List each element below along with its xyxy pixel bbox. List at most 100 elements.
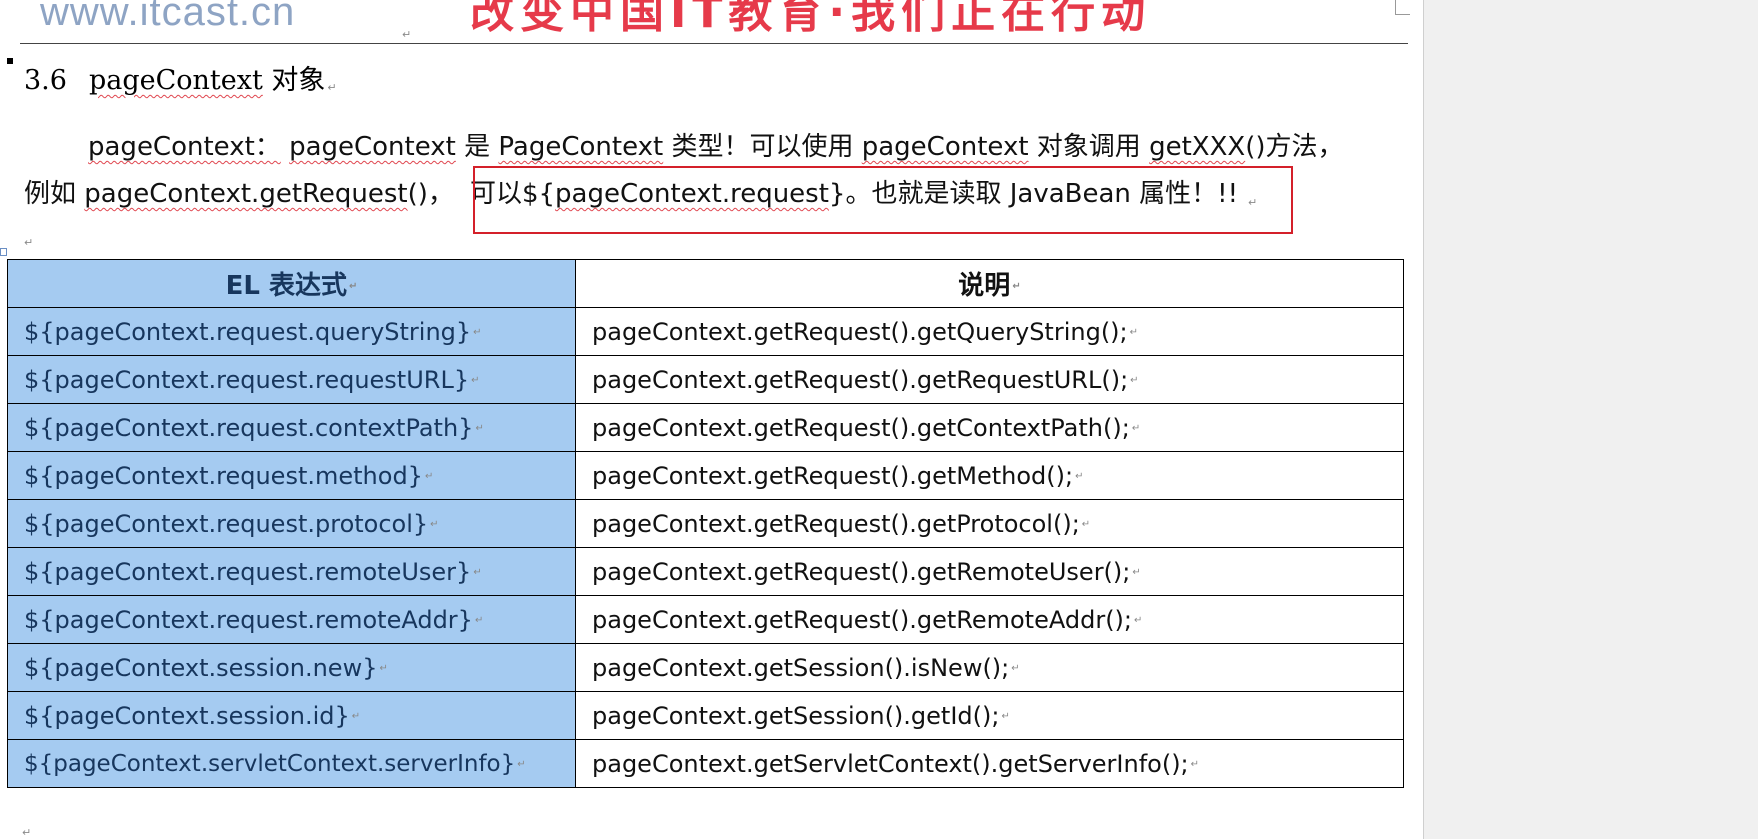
desc-cell[interactable]: pageContext.getRequest().getMethod(); ↵ <box>575 451 1404 500</box>
paragraph-mark: ↵ <box>24 236 34 249</box>
section-title-suffix: 对象 <box>271 65 326 96</box>
text-run: 对象调用 <box>1028 132 1150 162</box>
desc-text: pageContext.getRequest().getRemoteUser()… <box>592 557 1131 586</box>
expr-cell[interactable]: ${pageContext.request.method} ↵ <box>7 451 576 500</box>
el-expression-table: EL 表达式 ↵ 说明 ↵ ${pageContext.request.queryS… <box>7 259 1404 788</box>
expr-cell[interactable]: ${pageContext.session.new} ↵ <box>7 643 576 692</box>
expr-cell[interactable]: ${pageContext.request.protocol} ↵ <box>7 499 576 548</box>
table-row: ${pageContext.session.new} ↵ pageContext.… <box>7 643 1404 692</box>
desc-cell[interactable]: pageContext.getRequest().getRemoteUser()… <box>575 547 1404 596</box>
table-row: ${pageContext.request.method} ↵ pageConte… <box>7 451 1404 500</box>
desc-cell[interactable]: pageContext.getRequest().getProtocol(); ↵ <box>575 499 1404 548</box>
expr-text: ${pageContext.request.remoteAddr} <box>24 605 473 634</box>
section-title-code: pageContext <box>88 65 263 96</box>
header-label: EL 表达式 <box>225 271 347 301</box>
paragraph-mark: ↵ <box>327 81 337 94</box>
desc-cell[interactable]: pageContext.getSession().isNew(); ↵ <box>575 643 1404 692</box>
red-highlight-box <box>473 166 1293 234</box>
expr-text: ${pageContext.request.protocol} <box>24 509 429 538</box>
expr-text: ${pageContext.request.remoteUser} <box>24 557 472 586</box>
heading-bullet <box>7 58 13 64</box>
desc-text: pageContext.getRequest().getContextPath(… <box>592 413 1130 442</box>
cell-mark: ↵ <box>379 663 388 674</box>
cell-mark: ↵ <box>474 615 484 626</box>
expr-text: ${pageContext.request.requestURL} <box>24 365 470 394</box>
table-header-row: EL 表达式 ↵ 说明 ↵ <box>7 259 1404 308</box>
text-run: pageContext.getRequest <box>84 179 408 209</box>
page-edge <box>1423 0 1424 839</box>
text-run: pageContext <box>861 132 1029 162</box>
section-heading[interactable]: 3.6 pageContext 对象 ↵ <box>24 58 337 97</box>
expr-cell[interactable]: ${pageContext.request.remoteAddr} ↵ <box>7 595 576 644</box>
cell-mark: ↵ <box>517 758 526 770</box>
section-number: 3.6 <box>24 65 67 96</box>
text-run: pageContext <box>289 132 456 162</box>
expr-text: ${pageContext.request.queryString} <box>24 317 472 346</box>
paragraph-mark: ↵ <box>402 28 412 41</box>
paragraph-line-1[interactable]: pageContext： pageContext 是 PageContext 类… <box>88 126 1344 163</box>
table-row: ${pageContext.request.queryString} ↵ page… <box>7 307 1404 356</box>
cell-mark: ↵ <box>1129 327 1139 338</box>
text-run: PageContext <box>498 132 664 162</box>
cell-mark: ↵ <box>430 519 439 530</box>
text-run: 是 <box>455 132 499 162</box>
header-description[interactable]: 说明 ↵ <box>575 259 1404 308</box>
expr-text: ${pageContext.session.id} <box>24 701 350 730</box>
desc-text: pageContext.getSession().getId(); <box>592 701 1000 730</box>
cell-mark: ↵ <box>1081 519 1091 530</box>
desc-cell[interactable]: pageContext.getRequest().getRequestURL()… <box>575 355 1404 404</box>
expr-text: ${pageContext.session.new} <box>24 653 378 682</box>
desc-cell[interactable]: pageContext.getRequest().getQueryString(… <box>575 307 1404 356</box>
cell-mark: ↵ <box>471 375 480 386</box>
crop-mark <box>1395 0 1410 15</box>
cell-mark: ↵ <box>424 471 434 482</box>
header-logo: www.itcast.cn <box>40 0 296 34</box>
expr-text: ${pageContext.servletContext.serverInfo} <box>24 750 516 777</box>
text-run: pageContext： <box>88 132 281 162</box>
cell-mark: ↵ <box>1012 281 1021 292</box>
desc-text: pageContext.getServletContext().getServe… <box>592 749 1189 778</box>
table-row: ${pageContext.session.id} ↵ pageContext.g… <box>7 691 1404 740</box>
cell-mark: ↵ <box>1134 615 1143 626</box>
desc-cell[interactable]: pageContext.getRequest().getRemoteAddr()… <box>575 595 1404 644</box>
expr-cell[interactable]: ${pageContext.request.contextPath} ↵ <box>7 403 576 452</box>
document-page: www.itcast.cn 改变中国IT教育·我们正在行动 ↵ 3.6 pageC… <box>0 0 1423 839</box>
cell-mark: ↵ <box>1001 711 1010 722</box>
table-row: ${pageContext.request.protocol} ↵ pageCon… <box>7 499 1404 548</box>
text-run: ()， <box>407 179 454 209</box>
expr-cell[interactable]: ${pageContext.request.remoteUser} ↵ <box>7 547 576 596</box>
text-run: getXXX <box>1149 132 1246 162</box>
table-move-handle-icon[interactable] <box>0 248 7 256</box>
cell-mark: ↵ <box>1190 759 1200 770</box>
desc-cell[interactable]: pageContext.getSession().getId(); ↵ <box>575 691 1404 740</box>
expr-cell[interactable]: ${pageContext.session.id} ↵ <box>7 691 576 740</box>
cell-mark: ↵ <box>1075 471 1084 482</box>
desc-text: pageContext.getRequest().getRemoteAddr()… <box>592 605 1132 634</box>
table-row: ${pageContext.servletContext.serverInfo}… <box>7 739 1404 788</box>
cell-mark: ↵ <box>349 281 358 292</box>
table-row: ${pageContext.request.requestURL} ↵ pageC… <box>7 355 1404 404</box>
desc-cell[interactable]: pageContext.getRequest().getContextPath(… <box>575 403 1404 452</box>
header-banner: 改变中国IT教育·我们正在行动 <box>470 0 1152 38</box>
desc-text: pageContext.getRequest().getQueryString(… <box>592 317 1128 346</box>
expr-cell[interactable]: ${pageContext.request.requestURL} ↵ <box>7 355 576 404</box>
text-run: 例如 <box>24 179 85 209</box>
header-label: 说明 <box>958 271 1011 301</box>
table-row: ${pageContext.request.remoteUser} ↵ pageC… <box>7 547 1404 596</box>
header-rule <box>20 43 1408 44</box>
paragraph-mark: ↵ <box>22 826 32 839</box>
desc-text: pageContext.getSession().isNew(); <box>592 653 1010 682</box>
expr-cell[interactable]: ${pageContext.servletContext.serverInfo}… <box>7 739 576 788</box>
desc-text: pageContext.getRequest().getRequestURL()… <box>592 365 1129 394</box>
text-run: 类型！可以使用 <box>663 132 862 162</box>
expr-cell[interactable]: ${pageContext.request.queryString} ↵ <box>7 307 576 356</box>
header-el-expression[interactable]: EL 表达式 ↵ <box>7 259 576 308</box>
desc-cell[interactable]: pageContext.getServletContext().getServe… <box>575 739 1404 788</box>
cell-mark: ↵ <box>1131 423 1141 434</box>
cell-mark: ↵ <box>1130 375 1139 386</box>
expr-text: ${pageContext.request.method} <box>24 461 423 490</box>
cell-mark: ↵ <box>475 423 484 434</box>
table-row: ${pageContext.request.contextPath} ↵ page… <box>7 403 1404 452</box>
text-run: ()方法， <box>1245 132 1344 162</box>
cell-mark: ↵ <box>1011 663 1020 674</box>
